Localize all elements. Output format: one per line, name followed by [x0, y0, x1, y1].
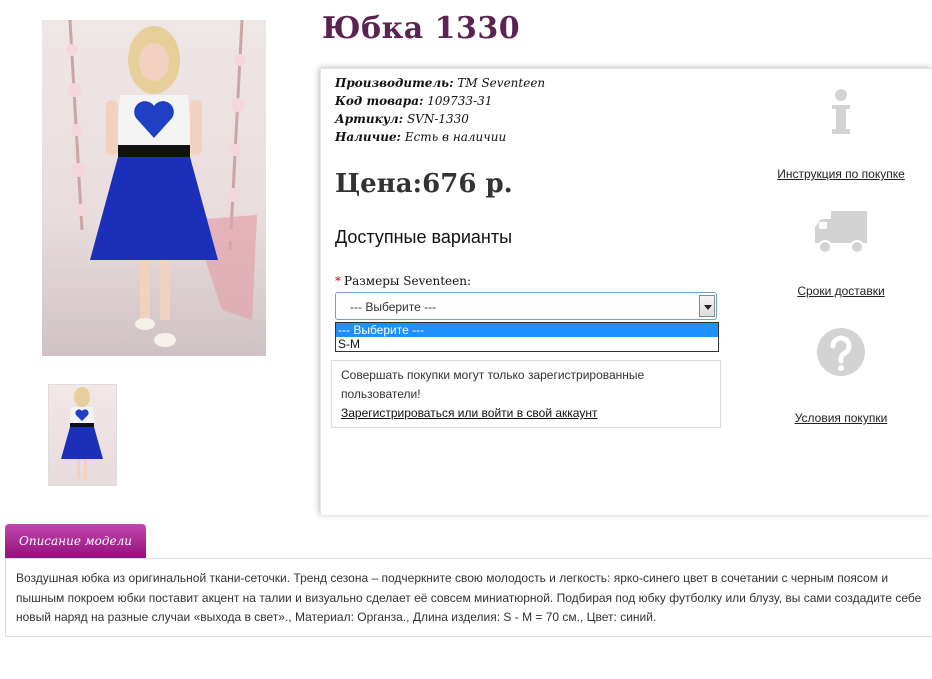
info-icon [832, 89, 850, 134]
product-thumbnail[interactable] [48, 384, 117, 486]
required-mark: * [335, 274, 341, 288]
model-illustration [66, 20, 257, 347]
code-row: Код товара: 109733-31 [335, 92, 545, 110]
registration-notice: Совершать покупки могут только зарегистр… [331, 360, 721, 428]
product-price: Цена:676 р. [335, 169, 513, 199]
delivery-link[interactable]: Сроки доставки [797, 284, 884, 298]
thumbnail-illustration [61, 387, 103, 479]
size-label: * Размеры Seventeen: [335, 274, 471, 288]
description-text: Воздушная юбка из оригинальной ткани-сет… [5, 558, 932, 637]
size-select[interactable]: --- Выберите --- [335, 292, 717, 320]
instruction-block: Инструкция по покупке [761, 87, 921, 183]
manufacturer-value[interactable]: ТМ Seventeen [457, 76, 545, 90]
delivery-block: Сроки доставки [761, 209, 921, 300]
question-icon [817, 328, 865, 376]
article-value: SVN-1330 [406, 112, 469, 126]
size-option[interactable]: S-M [336, 337, 718, 351]
variants-title: Доступные варианты [335, 227, 513, 247]
terms-block: Условия покупки [761, 327, 921, 427]
product-info-panel: Производитель: ТМ Seventeen Код товара: … [320, 68, 932, 515]
product-meta: Производитель: ТМ Seventeen Код товара: … [335, 74, 545, 146]
article-row: Артикул: SVN-1330 [335, 110, 545, 128]
notice-text: Совершать покупки могут только зарегистр… [341, 368, 645, 401]
terms-link[interactable]: Условия покупки [795, 411, 888, 425]
chevron-down-icon[interactable] [699, 295, 715, 317]
code-value: 109733-31 [427, 94, 493, 108]
code-label: Код товара: [335, 94, 424, 108]
page-title: Юбка 1330 [322, 11, 521, 46]
product-main-image[interactable] [42, 20, 266, 356]
availability-label: Наличие: [335, 130, 401, 144]
size-label-text: Размеры Seventeen: [344, 274, 471, 288]
size-option[interactable]: --- Выберите --- [336, 323, 718, 337]
manufacturer-label: Производитель: [335, 76, 454, 90]
availability-value: Есть в наличии [404, 130, 507, 144]
register-login-link[interactable]: Зарегистрироваться или войти в свой акка… [341, 406, 597, 420]
size-dropdown-list[interactable]: --- Выберите --- S-M [335, 322, 719, 352]
tab-description[interactable]: Описание модели [5, 524, 146, 558]
size-select-value: --- Выберите --- [350, 300, 437, 314]
manufacturer-row: Производитель: ТМ Seventeen [335, 74, 545, 92]
availability-row: Наличие: Есть в наличии [335, 128, 545, 146]
instruction-link[interactable]: Инструкция по покупке [777, 167, 905, 181]
truck-icon [815, 211, 867, 254]
article-label: Артикул: [335, 112, 404, 126]
